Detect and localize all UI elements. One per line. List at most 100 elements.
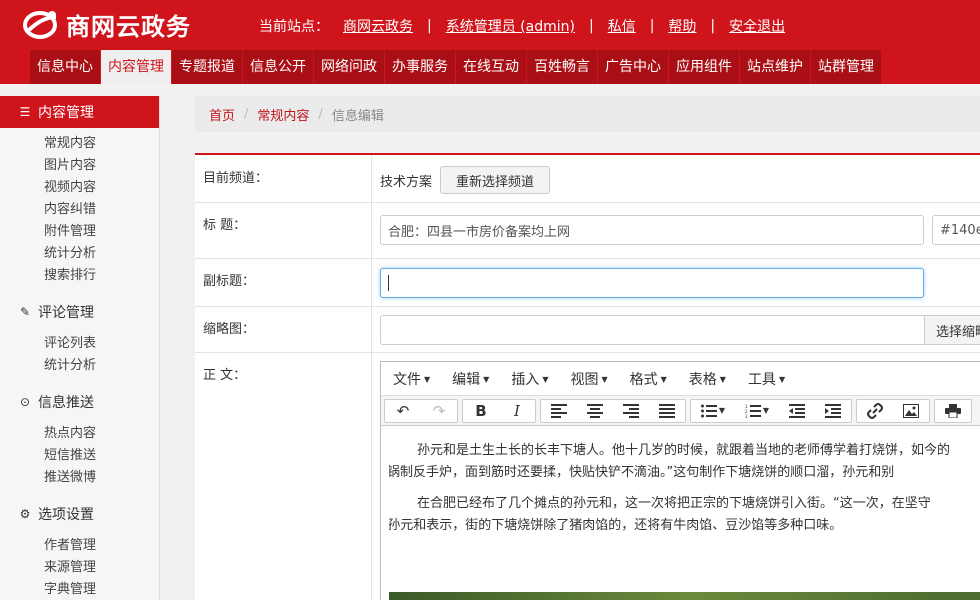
tab-site-maintenance[interactable]: 站点维护	[740, 50, 811, 84]
tab-ad-center[interactable]: 广告中心	[598, 50, 669, 84]
logo: 商网云政务	[22, 6, 191, 42]
menu-format[interactable]: 格式 ▼	[630, 369, 667, 389]
sidebar-head-comments[interactable]: ✎ 评论管理	[0, 296, 159, 328]
italic-icon[interactable]: I	[499, 400, 535, 422]
align-center-icon[interactable]	[577, 400, 613, 422]
sidebar-item-statistics[interactable]: 统计分析	[0, 243, 159, 265]
editor-menubar: 文件 ▼ 编辑 ▼ 插入 ▼ 视图 ▼ 格式 ▼ 表格 ▼ 工具 ▼	[381, 362, 980, 396]
breadcrumb-section[interactable]: 常规内容	[257, 105, 309, 124]
select-thumbnail-button[interactable]: 选择缩略	[924, 315, 980, 345]
editor-content[interactable]: 孙元和是土生土长的长丰下塘人。他十几岁的时候，就跟着当地的老师傅学着打烧饼，如今…	[381, 426, 980, 537]
sidebar-head-push[interactable]: ⊙ 信息推送	[0, 386, 159, 418]
sidebar-item-authors[interactable]: 作者管理	[0, 535, 159, 557]
menu-edit[interactable]: 编辑 ▼	[452, 369, 489, 389]
pencil-icon: ✎	[19, 305, 31, 319]
sidebar-item-hot[interactable]: 热点内容	[0, 423, 159, 445]
image-icon[interactable]	[893, 400, 929, 422]
tab-app-components[interactable]: 应用组件	[669, 50, 740, 84]
tab-online-inquiry[interactable]: 网络问政	[314, 50, 385, 84]
tab-public-voice[interactable]: 百姓畅言	[527, 50, 598, 84]
channel-label: 目前频道：	[203, 171, 269, 186]
sidebar-item-attachments[interactable]: 附件管理	[0, 221, 159, 243]
list-icon: ☰	[19, 105, 31, 119]
row-channel: 目前频道： 技术方案 重新选择频道	[195, 155, 980, 203]
editor-paragraph: 在合肥已经布了几个摊点的孙元和，这一次将把正宗的下塘烧饼引入街。“这一次，在坚守…	[389, 496, 931, 533]
svg-text:3: 3	[745, 414, 748, 418]
menu-file[interactable]: 文件 ▼	[393, 369, 430, 389]
sidebar-group-push: ⊙ 信息推送 热点内容 短信推送 推送微博	[0, 386, 159, 489]
menu-table[interactable]: 表格 ▼	[689, 369, 726, 389]
align-left-icon[interactable]	[541, 400, 577, 422]
edit-form: 目前频道： 技术方案 重新选择频道 标 题： 合肥：四县一市房价备案均上网 #1…	[195, 153, 980, 600]
align-justify-icon[interactable]	[649, 400, 685, 422]
editor-paragraph: 孙元和是土生土长的长丰下塘人。他十几岁的时候，就跟着当地的老师傅学着打烧饼，如今…	[389, 443, 951, 480]
sidebar-item-comment-stats[interactable]: 统计分析	[0, 355, 159, 377]
indent-icon[interactable]	[815, 400, 851, 422]
outdent-icon[interactable]	[779, 400, 815, 422]
text-caret	[388, 275, 389, 291]
tab-site-group[interactable]: 站群管理	[811, 50, 882, 84]
sidebar-item-sources[interactable]: 来源管理	[0, 557, 159, 579]
bold-icon[interactable]: B	[463, 400, 499, 422]
main-nav: 信息中心 内容管理 专题报道 信息公开 网络问政 办事服务 在线互动 百姓畅言 …	[30, 50, 882, 84]
subtitle-input[interactable]	[380, 268, 924, 298]
tab-info-public[interactable]: 信息公开	[243, 50, 314, 84]
sidebar-item-comment-list[interactable]: 评论列表	[0, 333, 159, 355]
menu-tools[interactable]: 工具 ▼	[748, 369, 785, 389]
subtitle-label: 副标题：	[203, 274, 256, 289]
user-link[interactable]: 系统管理员 (admin)	[446, 16, 575, 36]
sidebar-head-settings[interactable]: ⚙ 选项设置	[0, 498, 159, 530]
tab-special-report[interactable]: 专题报道	[172, 50, 243, 84]
sidebar-item-corrections[interactable]: 内容纠错	[0, 199, 159, 221]
tab-content-management[interactable]: 内容管理	[101, 50, 172, 84]
breadcrumb-current: 信息编辑	[331, 108, 384, 124]
sidebar-head-content[interactable]: ☰ 内容管理	[0, 96, 159, 128]
help-link[interactable]: 帮助	[668, 16, 696, 36]
sidebar: ☰ 内容管理 常规内容 图片内容 视频内容 内容纠错 附件管理 统计分析 搜索排…	[0, 96, 160, 600]
sidebar-item-sms[interactable]: 短信推送	[0, 445, 159, 467]
print-icon[interactable]	[935, 400, 971, 422]
site-link[interactable]: 商网云政务	[343, 16, 413, 36]
sidebar-group-comments: ✎ 评论管理 评论列表 统计分析	[0, 296, 159, 377]
sidebar-item-videos[interactable]: 视频内容	[0, 177, 159, 199]
rich-text-editor: 文件 ▼ 编辑 ▼ 插入 ▼ 视图 ▼ 格式 ▼ 表格 ▼ 工具 ▼ ↶ ↷ B I	[380, 361, 980, 600]
sidebar-item-weibo[interactable]: 推送微博	[0, 467, 159, 489]
sidebar-item-images[interactable]: 图片内容	[0, 155, 159, 177]
message-link[interactable]: 私信	[608, 16, 636, 36]
undo-icon[interactable]: ↶	[385, 400, 421, 422]
numbered-list-icon[interactable]: 1 2 3 ▼	[735, 400, 779, 422]
menu-view[interactable]: 视图 ▼	[570, 369, 607, 389]
channel-value: 技术方案	[380, 175, 433, 190]
bullet-list-icon[interactable]: ▼	[691, 400, 735, 422]
logout-link[interactable]: 安全退出	[729, 16, 785, 36]
row-thumbnail: 缩略图： 选择缩略	[195, 307, 980, 353]
link-icon[interactable]	[857, 400, 893, 422]
site-nav: 当前站点： 商网云政务 | 系统管理员 (admin) | 私信 | 帮助 | …	[259, 16, 786, 36]
site-label: 当前站点：	[259, 19, 329, 35]
sidebar-item-dictionary[interactable]: 字典管理	[0, 579, 159, 600]
reselect-channel-button[interactable]: 重新选择频道	[440, 166, 550, 194]
sidebar-group-content: ☰ 内容管理 常规内容 图片内容 视频内容 内容纠错 附件管理 统计分析 搜索排…	[0, 96, 159, 287]
align-right-icon[interactable]	[613, 400, 649, 422]
breadcrumb-home[interactable]: 首页	[209, 105, 235, 124]
breadcrumb: 首页 / 常规内容 / 信息编辑	[195, 96, 980, 132]
sidebar-item-regular[interactable]: 常规内容	[0, 133, 159, 155]
sidebar-group-settings: ⚙ 选项设置 作者管理 来源管理 字典管理	[0, 498, 159, 600]
editor-toolbar: ↶ ↷ B I ▼ 1 2 3 ▼	[381, 396, 980, 426]
tab-services[interactable]: 办事服务	[385, 50, 456, 84]
thumbnail-input[interactable]	[380, 315, 925, 345]
thumbnail-label: 缩略图：	[203, 322, 256, 337]
tab-info-center[interactable]: 信息中心	[30, 50, 101, 84]
menu-insert[interactable]: 插入 ▼	[511, 369, 548, 389]
check-circle-icon: ⊙	[19, 395, 31, 409]
logo-text: 商网云政务	[66, 12, 191, 41]
redo-icon[interactable]: ↷	[421, 400, 457, 422]
title-input[interactable]: 合肥：四县一市房价备案均上网	[380, 215, 924, 245]
gear-icon: ⚙	[19, 507, 31, 521]
row-subtitle: 副标题：	[195, 259, 980, 307]
editor-embedded-image	[389, 592, 980, 600]
title-color-input[interactable]: #140e	[932, 215, 980, 245]
body-label: 正 文：	[203, 368, 247, 383]
sidebar-item-search-rank[interactable]: 搜索排行	[0, 265, 159, 287]
tab-online-interaction[interactable]: 在线互动	[456, 50, 527, 84]
